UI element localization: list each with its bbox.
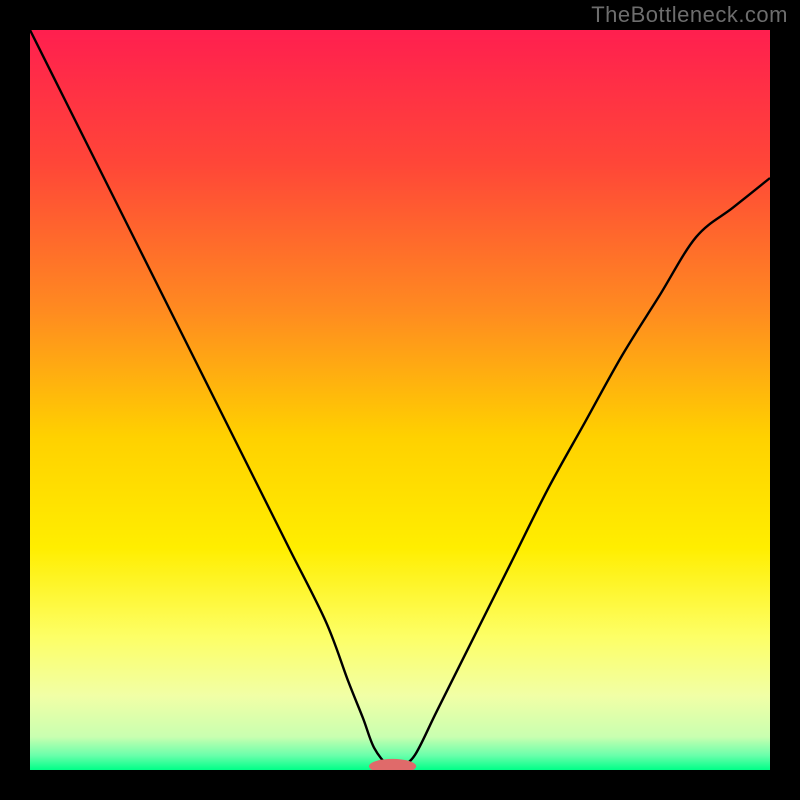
chart-outer-frame: TheBottleneck.com [0,0,800,800]
chart-svg [30,30,770,770]
watermark-text: TheBottleneck.com [591,2,788,28]
gradient-background [30,30,770,770]
plot-area [30,30,770,770]
